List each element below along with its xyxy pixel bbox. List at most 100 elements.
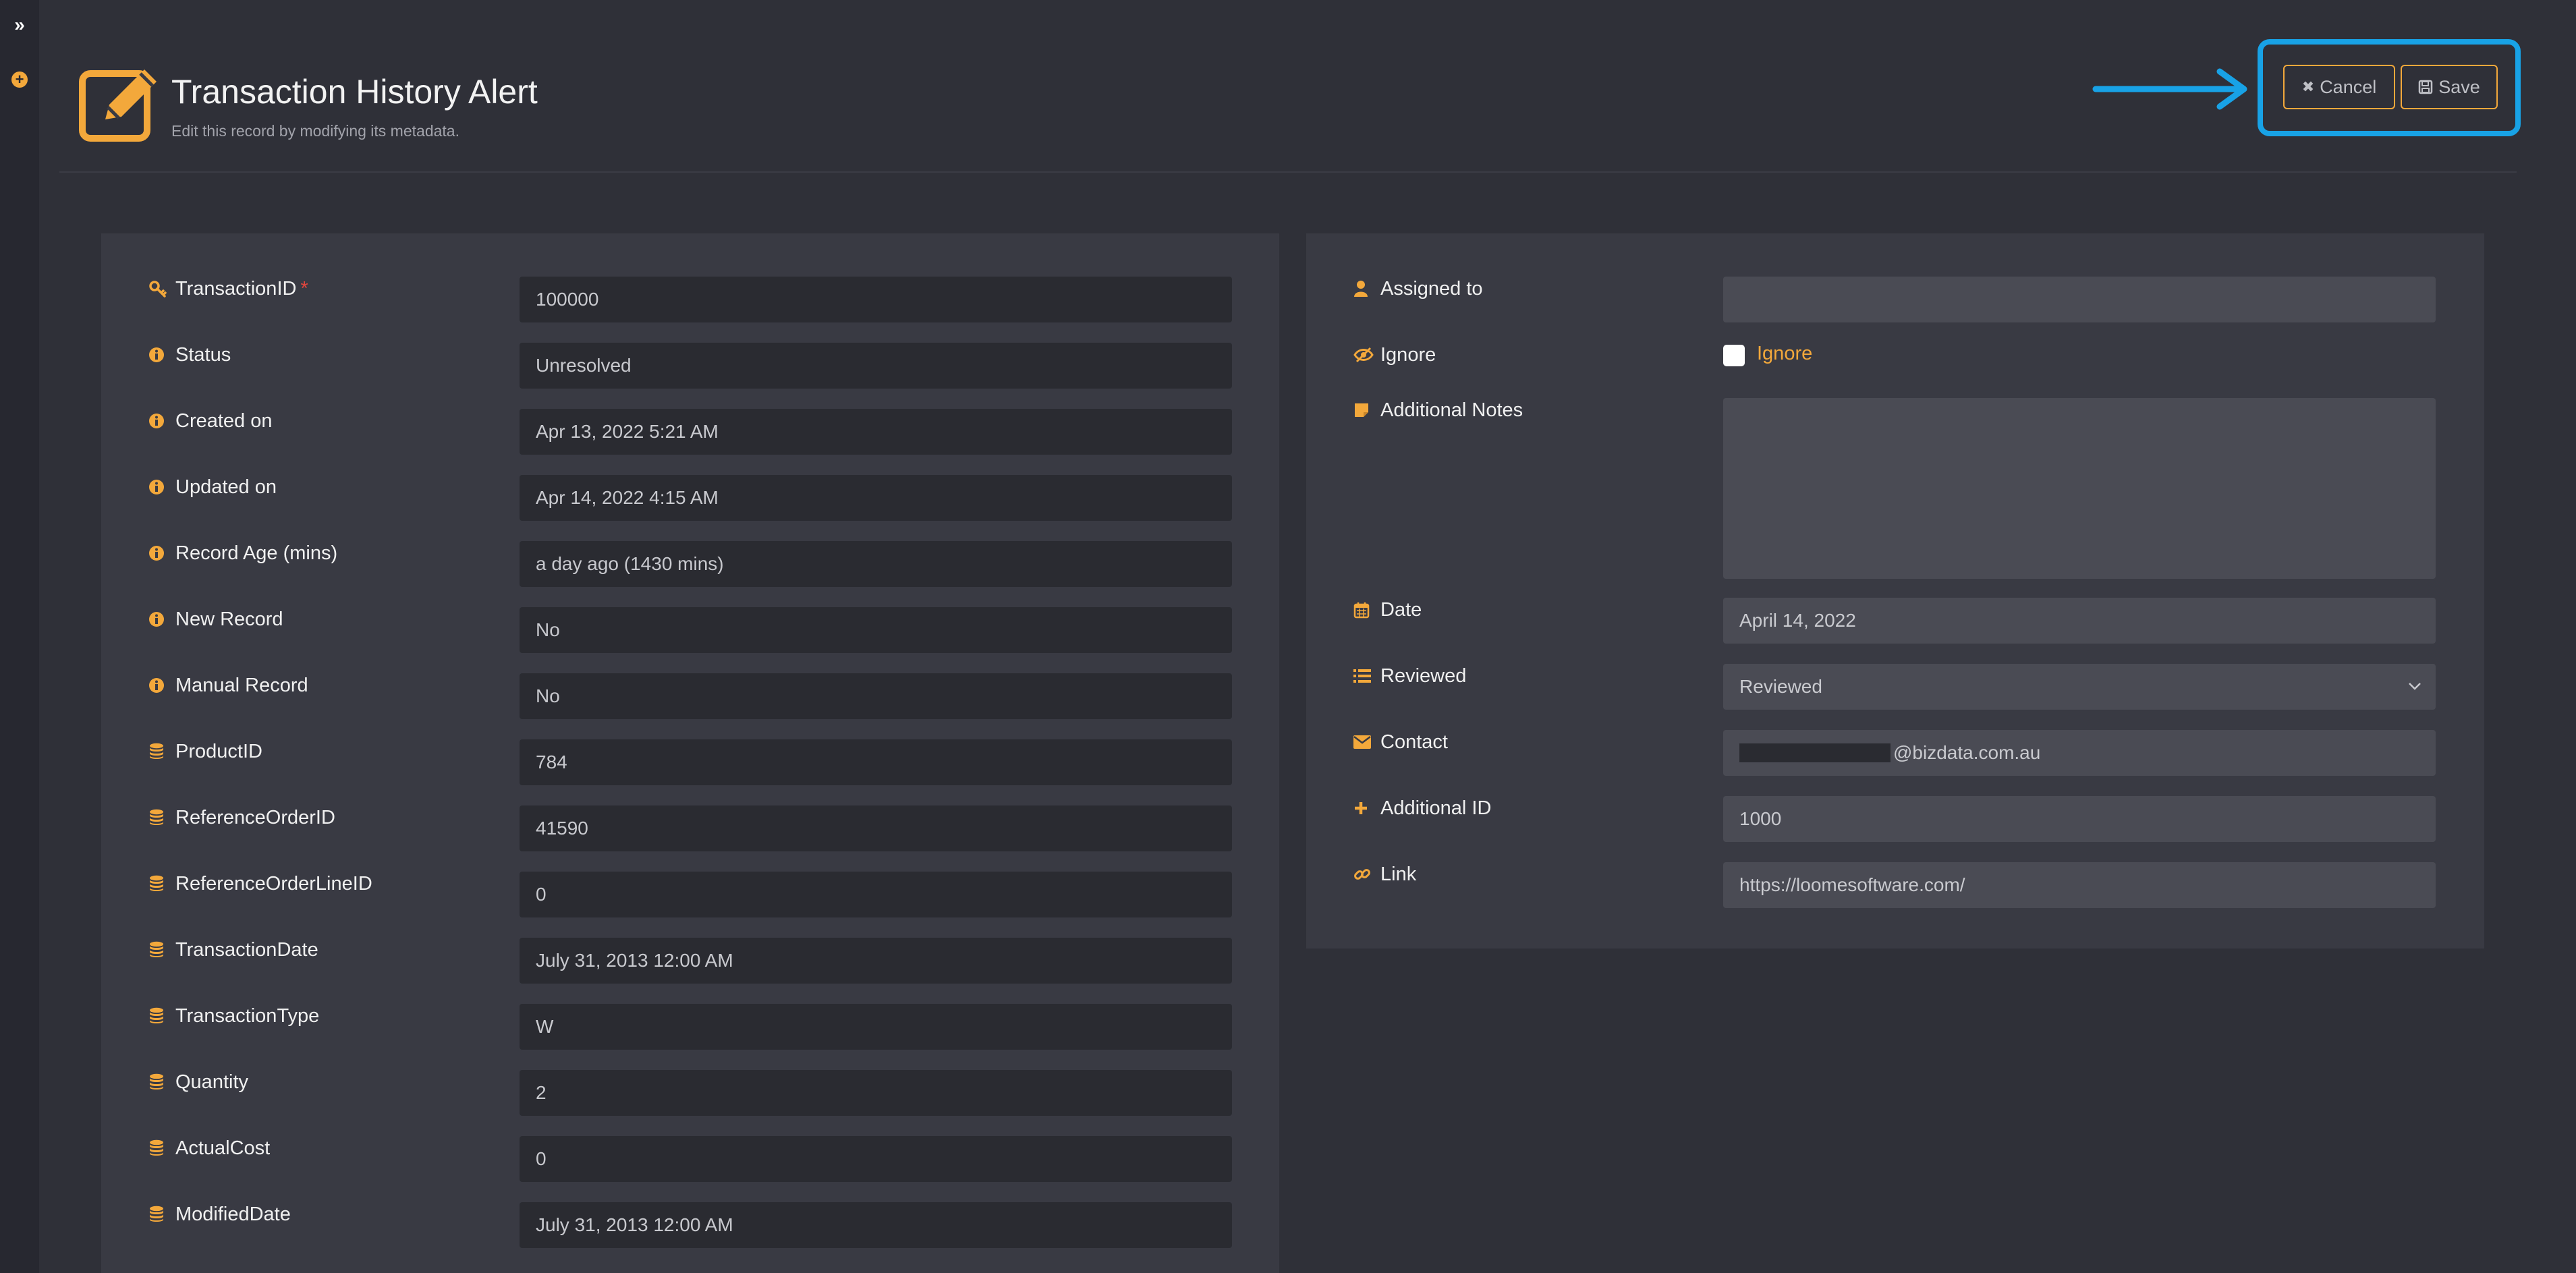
field-row-updated-on: Updated on Apr 14, 2022 4:15 AM xyxy=(101,475,1279,521)
database-icon xyxy=(148,1073,171,1091)
user-icon xyxy=(1353,280,1376,298)
additional-notes-textarea[interactable] xyxy=(1723,398,2436,579)
plus-circle-icon[interactable]: + xyxy=(11,72,28,88)
field-label-text: ReferenceOrderLineID xyxy=(175,872,372,895)
field-label-text: Created on xyxy=(175,409,273,432)
manual-record-field[interactable]: No xyxy=(520,673,1232,719)
modifieddate-field[interactable]: July 31, 2013 12:00 AM xyxy=(520,1202,1232,1248)
field-label: ActualCost xyxy=(148,1125,270,1171)
database-icon xyxy=(148,1206,171,1223)
field-label-text: Additional ID xyxy=(1380,797,1492,819)
page-title: Transaction History Alert xyxy=(171,73,538,111)
save-button[interactable]: Save xyxy=(2401,65,2498,109)
field-row-ignore: Ignore xyxy=(1306,343,2484,389)
field-row-link: Link https://loomesoftware.com/ xyxy=(1306,862,2484,908)
field-label-text: TransactionType xyxy=(175,1005,320,1027)
field-label: ProductID xyxy=(148,729,262,774)
field-label: TransactionDate xyxy=(148,927,318,973)
calendar-icon xyxy=(1353,601,1376,619)
key-icon xyxy=(148,279,171,298)
field-label: ReferenceOrderLineID xyxy=(148,861,372,907)
updated-on-field[interactable]: Apr 14, 2022 4:15 AM xyxy=(520,475,1232,521)
date-input[interactable]: April 14, 2022 xyxy=(1723,598,2436,644)
field-row-record-age: Record Age (mins) a day ago (1430 mins) xyxy=(101,541,1279,587)
field-label: Contact xyxy=(1353,719,1448,765)
field-row-productid: ProductID 784 xyxy=(101,739,1279,785)
field-label: TransactionType xyxy=(148,993,319,1039)
field-label-text: Status xyxy=(175,343,231,366)
field-label: Created on xyxy=(148,398,273,444)
field-row-created-on: Created on Apr 13, 2022 5:21 AM xyxy=(101,409,1279,455)
close-icon: ✖ xyxy=(2301,78,2315,95)
field-label: Record Age (mins) xyxy=(148,530,337,576)
header-divider xyxy=(59,171,2517,173)
field-label: Ignore xyxy=(1353,332,1436,378)
field-label-text: Link xyxy=(1380,863,1417,885)
transactiondate-field[interactable]: July 31, 2013 12:00 AM xyxy=(520,938,1232,984)
reviewed-select-value: Reviewed xyxy=(1739,676,1822,697)
field-row-modifieddate: ModifiedDate July 31, 2013 12:00 AM xyxy=(101,1202,1279,1248)
field-label: Manual Record xyxy=(148,662,308,708)
field-label: Link xyxy=(1353,851,1416,897)
new-record-field[interactable]: No xyxy=(520,607,1232,653)
field-label-text: Ignore xyxy=(1380,343,1436,366)
reviewed-select[interactable]: Reviewed xyxy=(1723,664,2436,710)
link-icon xyxy=(1353,866,1376,883)
actualcost-field[interactable]: 0 xyxy=(520,1136,1232,1182)
field-row-date: Date April 14, 2022 xyxy=(1306,598,2484,644)
arrow-right-annotation-icon xyxy=(2092,68,2247,110)
double-chevron-right-icon[interactable]: » xyxy=(9,14,30,35)
field-label-text: Date xyxy=(1380,598,1422,621)
productid-field[interactable]: 784 xyxy=(520,739,1232,785)
field-row-transactiondate: TransactionDate July 31, 2013 12:00 AM xyxy=(101,938,1279,984)
field-row-contact: Contact @bizdata.com.au xyxy=(1306,730,2484,776)
record-age-field[interactable]: a day ago (1430 mins) xyxy=(520,541,1232,587)
field-label-text: ReferenceOrderID xyxy=(175,806,335,828)
field-label: Additional Notes xyxy=(1353,387,1523,433)
field-label-text: New Record xyxy=(175,608,283,630)
field-label-text: Manual Record xyxy=(175,674,308,696)
sticky-note-icon xyxy=(1353,402,1376,418)
ignore-checkbox-label[interactable]: Ignore xyxy=(1757,343,1812,365)
field-row-reviewed: Reviewed Reviewed xyxy=(1306,664,2484,710)
field-row-new-record: New Record No xyxy=(101,607,1279,653)
assigned-to-input[interactable] xyxy=(1723,277,2436,322)
field-row-quantity: Quantity 2 xyxy=(101,1070,1279,1116)
field-label: Assigned to xyxy=(1353,266,1483,312)
field-label-text: Reviewed xyxy=(1380,664,1467,687)
additional-id-input[interactable]: 1000 xyxy=(1723,796,2436,842)
field-row-referenceorderid: ReferenceOrderID 41590 xyxy=(101,805,1279,851)
cancel-button[interactable]: ✖ Cancel xyxy=(2283,65,2395,109)
cancel-label: Cancel xyxy=(2320,76,2377,97)
quantity-field[interactable]: 2 xyxy=(520,1070,1232,1116)
floppy-disk-icon xyxy=(2418,80,2433,94)
field-label-text: Contact xyxy=(1380,731,1448,753)
field-label-text: Quantity xyxy=(175,1071,248,1093)
field-label-text: TransactionID xyxy=(175,277,297,300)
referenceorderid-field[interactable]: 41590 xyxy=(520,805,1232,851)
database-icon xyxy=(148,875,171,893)
field-row-status: Status Unresolved xyxy=(101,343,1279,389)
plus-icon xyxy=(1353,801,1376,816)
link-input[interactable]: https://loomesoftware.com/ xyxy=(1723,862,2436,908)
database-icon xyxy=(148,809,171,826)
field-label: ModifiedDate xyxy=(148,1191,291,1237)
edit-pencil-icon xyxy=(79,69,157,142)
status-field[interactable]: Unresolved xyxy=(520,343,1232,389)
created-on-field[interactable]: Apr 13, 2022 5:21 AM xyxy=(520,409,1232,455)
info-icon xyxy=(148,413,171,429)
field-row-transactionid: TransactionID * 100000 xyxy=(101,277,1279,322)
field-label: Reviewed xyxy=(1353,653,1466,699)
field-label: TransactionID * xyxy=(148,266,308,312)
chevron-down-icon xyxy=(2409,683,2421,690)
field-label-text: Record Age (mins) xyxy=(175,542,338,564)
ignore-checkbox[interactable] xyxy=(1723,345,1745,366)
transactionid-field[interactable]: 100000 xyxy=(520,277,1232,322)
transactiontype-field[interactable]: W xyxy=(520,1004,1232,1050)
referenceorderlineid-field[interactable]: 0 xyxy=(520,872,1232,917)
field-row-referenceorderlineid: ReferenceOrderLineID 0 xyxy=(101,872,1279,917)
info-icon xyxy=(148,677,171,694)
save-label: Save xyxy=(2438,76,2480,97)
contact-input[interactable]: @bizdata.com.au xyxy=(1723,730,2436,776)
field-label-text: ProductID xyxy=(175,740,262,762)
